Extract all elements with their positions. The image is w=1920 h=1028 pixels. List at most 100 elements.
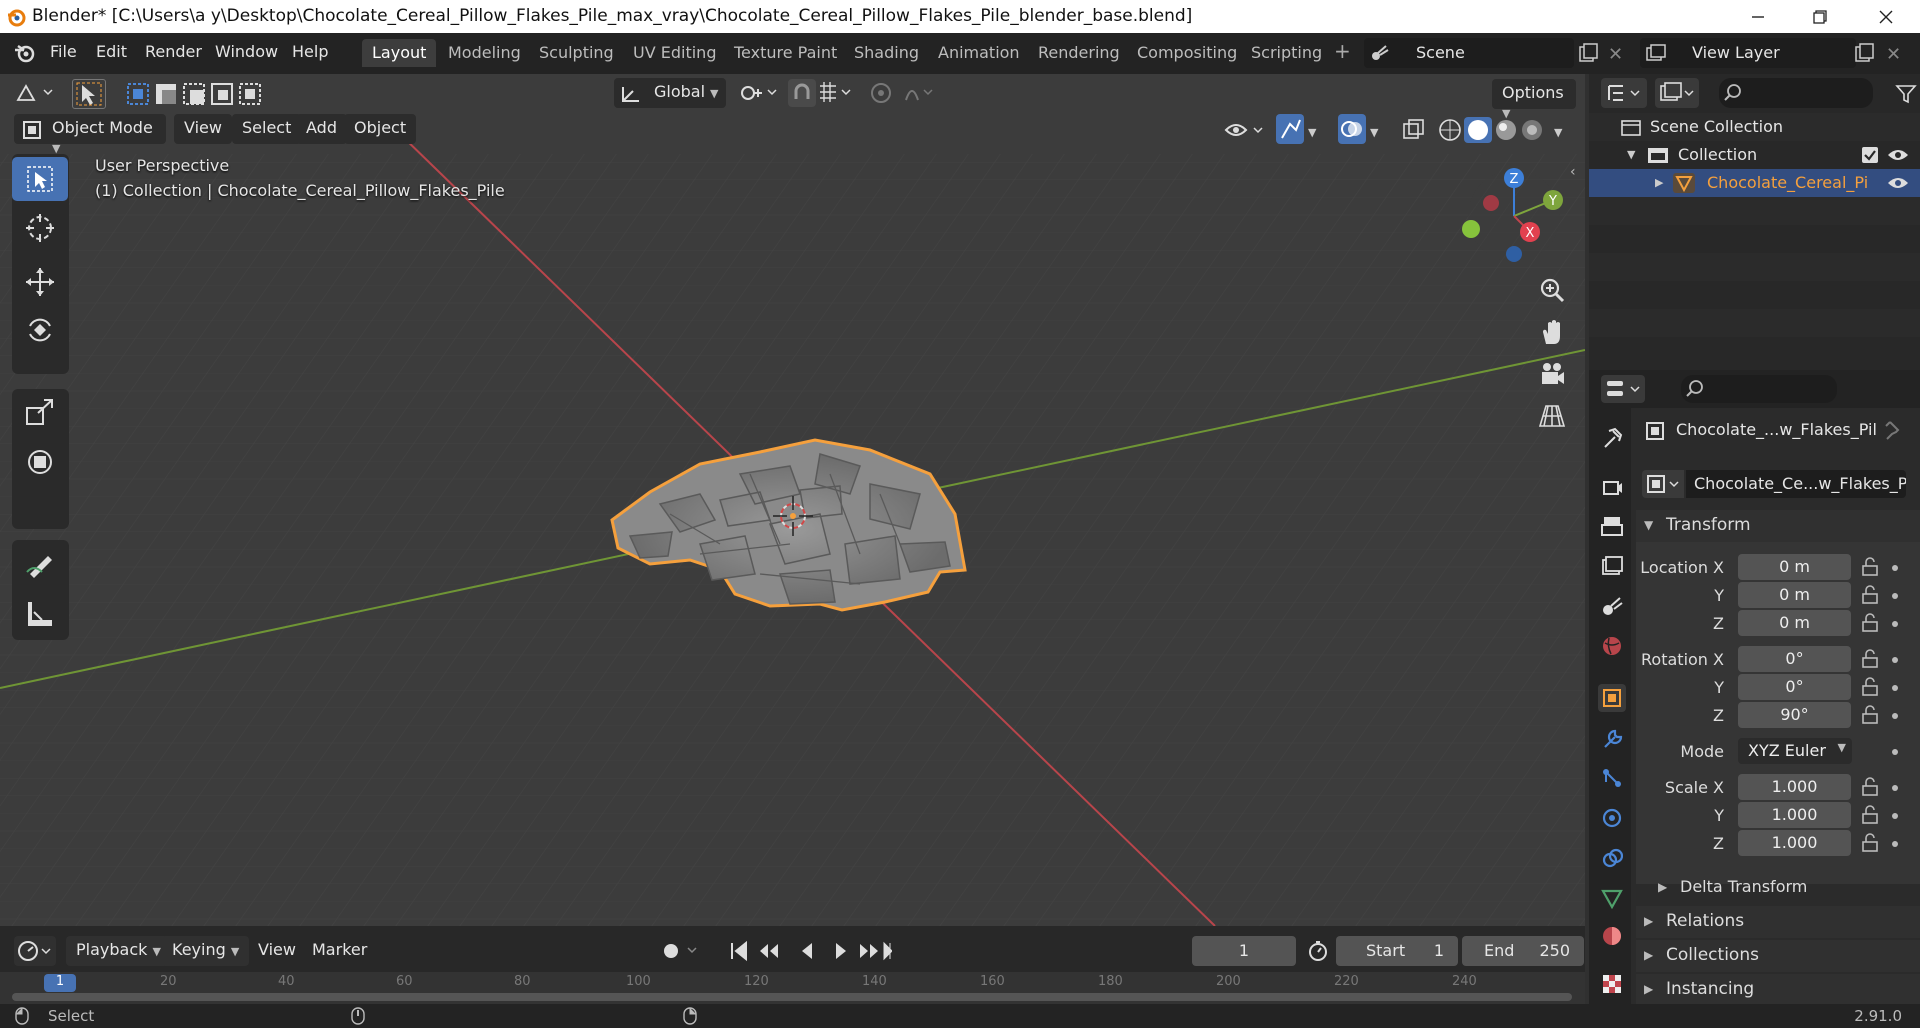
location-y-field[interactable]: 0 m <box>1738 582 1851 608</box>
3d-viewport[interactable]: Global ▼ Options ▼ Object Mode ▼ View Se… <box>0 74 1585 926</box>
location-x-field[interactable]: 0 m <box>1738 554 1851 580</box>
scale-z-field[interactable]: 1.000 <box>1738 830 1851 856</box>
location-z-field[interactable]: 0 m <box>1738 610 1851 636</box>
outliner-editor-type-icon[interactable] <box>1601 78 1647 108</box>
rotation-y-field[interactable]: 0° <box>1738 674 1851 700</box>
display-mode-icon[interactable] <box>1655 78 1699 108</box>
keyframe-dot[interactable] <box>1892 841 1898 847</box>
lock-icon[interactable] <box>1860 557 1880 577</box>
viewport-menu-object[interactable]: Object <box>344 114 417 144</box>
overlays-toggle-icon[interactable] <box>1338 114 1366 144</box>
viewport-menu-add[interactable]: Add <box>296 114 347 144</box>
move-tool-icon[interactable] <box>12 260 68 304</box>
pin-icon[interactable] <box>1884 420 1904 440</box>
rotate-tool-icon[interactable] <box>12 308 68 352</box>
rotation-x-field[interactable]: 0° <box>1738 646 1851 672</box>
playback-menu[interactable]: Playback ▼ <box>66 936 171 966</box>
keyframe-dot[interactable] <box>1892 785 1898 791</box>
tab-layout[interactable]: Layout <box>362 39 437 67</box>
scale-y-field[interactable]: 1.000 <box>1738 802 1851 828</box>
eye-icon[interactable] <box>1887 147 1909 163</box>
marker-menu[interactable]: Marker <box>302 936 377 966</box>
viewport-menu-view[interactable]: View <box>174 114 232 144</box>
particles-tab-icon[interactable] <box>1598 764 1626 792</box>
viewport-menu-select[interactable]: Select <box>232 114 302 144</box>
lock-icon[interactable] <box>1860 805 1880 825</box>
stopwatch-icon[interactable] <box>1306 939 1330 963</box>
tab-shading[interactable]: Shading <box>844 39 929 67</box>
output-tab-icon[interactable] <box>1598 512 1626 540</box>
chevron-down-icon[interactable]: ▼ <box>1308 126 1316 139</box>
start-frame-field[interactable]: Start 1 <box>1336 936 1458 966</box>
object-browse-icon[interactable] <box>1642 470 1684 498</box>
lock-icon[interactable] <box>1860 833 1880 853</box>
timeline-scrollbar[interactable] <box>12 993 1572 1001</box>
keyframe-dot[interactable] <box>1892 657 1898 663</box>
collections-header[interactable]: ▶ Collections <box>1636 940 1920 972</box>
navigation-gizmo[interactable]: Z Y X <box>1454 156 1574 266</box>
snap-target-icon[interactable] <box>818 80 854 106</box>
chevron-down-icon[interactable]: ▼ <box>1554 126 1562 139</box>
tab-modeling[interactable]: Modeling <box>438 39 531 67</box>
properties-editor-type-icon[interactable] <box>1601 375 1645 403</box>
keyframe-dot[interactable] <box>1892 685 1898 691</box>
select-tool-icon[interactable] <box>12 157 68 201</box>
menu-file[interactable]: File <box>50 42 77 61</box>
new-view-layer-icon[interactable] <box>1854 42 1876 64</box>
tab-uv-editing[interactable]: UV Editing <box>623 39 726 67</box>
lock-icon[interactable] <box>1860 705 1880 725</box>
remove-scene-icon[interactable]: ✕ <box>1608 44 1623 65</box>
rotation-z-field[interactable]: 90° <box>1738 702 1851 728</box>
keyframe-dot[interactable] <box>1892 813 1898 819</box>
lock-icon[interactable] <box>1860 677 1880 697</box>
cursor-tool-icon[interactable] <box>12 206 68 250</box>
keyframe-dot[interactable] <box>1892 565 1898 571</box>
delta-transform-header[interactable]: ▶ Delta Transform <box>1650 872 1920 904</box>
timeline-editor[interactable]: Playback ▼ Keying ▼ View Marker 1 Start 1… <box>0 926 1585 1004</box>
remove-view-layer-icon[interactable]: ✕ <box>1886 44 1901 65</box>
menu-help[interactable]: Help <box>292 42 328 61</box>
editor-type-icon[interactable] <box>14 936 56 966</box>
render-tab-icon[interactable] <box>1598 472 1626 500</box>
tab-animation[interactable]: Animation <box>928 39 1030 67</box>
object-tab-icon[interactable] <box>1598 684 1626 712</box>
outliner-row-selected[interactable]: ▶ Chocolate_Cereal_Pi <box>1589 169 1920 197</box>
menu-edit[interactable]: Edit <box>96 42 127 61</box>
lock-icon[interactable] <box>1860 613 1880 633</box>
measure-tool-icon[interactable] <box>12 592 68 636</box>
pivot-point-icon[interactable] <box>738 80 780 106</box>
selection-mode-icons[interactable] <box>126 82 262 106</box>
xray-toggle-icon[interactable] <box>1402 118 1426 142</box>
zoom-icon[interactable] <box>1534 272 1570 308</box>
expand-arrow-icon[interactable]: ▶ <box>1655 176 1663 189</box>
keyframe-dot[interactable] <box>1892 749 1898 755</box>
expand-arrow-icon[interactable]: ▼ <box>1627 148 1635 161</box>
filter-icon[interactable] <box>1895 84 1917 104</box>
object-name-field[interactable]: Chocolate_Ce...w_Flakes_Pile <box>1686 470 1906 498</box>
restore-button[interactable] <box>1800 4 1840 30</box>
outliner-row[interactable]: ▼ Collection <box>1589 141 1920 169</box>
lock-icon[interactable] <box>1860 649 1880 669</box>
texture-tab-icon[interactable] <box>1598 970 1626 998</box>
proportional-edit-icon[interactable] <box>868 80 938 106</box>
physics-tab-icon[interactable] <box>1598 804 1626 832</box>
tab-sculpting[interactable]: Sculpting <box>529 39 624 67</box>
view-layer-selector[interactable]: View Layer <box>1640 38 1856 68</box>
lock-icon[interactable] <box>1860 777 1880 797</box>
menu-window[interactable]: Window <box>215 42 278 61</box>
transform-tool-icon[interactable] <box>12 440 68 484</box>
camera-icon[interactable] <box>1534 356 1570 392</box>
playhead-frame[interactable]: 1 <box>44 974 76 992</box>
outliner[interactable]: Scene Collection ▼ Collection ▶ Chocolat… <box>1589 74 1920 370</box>
gizmo-toggle-icon[interactable] <box>1276 114 1304 144</box>
keying-menu[interactable]: Keying ▼ <box>162 936 250 966</box>
view-layer-tab-icon[interactable] <box>1598 552 1626 580</box>
tool-tab-icon[interactable] <box>1598 424 1626 452</box>
data-tab-icon[interactable] <box>1598 884 1626 912</box>
timeline-view-menu[interactable]: View <box>248 936 306 966</box>
relations-header[interactable]: ▶ Relations <box>1636 906 1920 938</box>
lock-icon[interactable] <box>1860 585 1880 605</box>
modifier-tab-icon[interactable] <box>1598 724 1626 752</box>
exclude-checkbox[interactable] <box>1862 147 1878 163</box>
sidebar-toggle-icon[interactable]: ‹ <box>1570 164 1576 180</box>
